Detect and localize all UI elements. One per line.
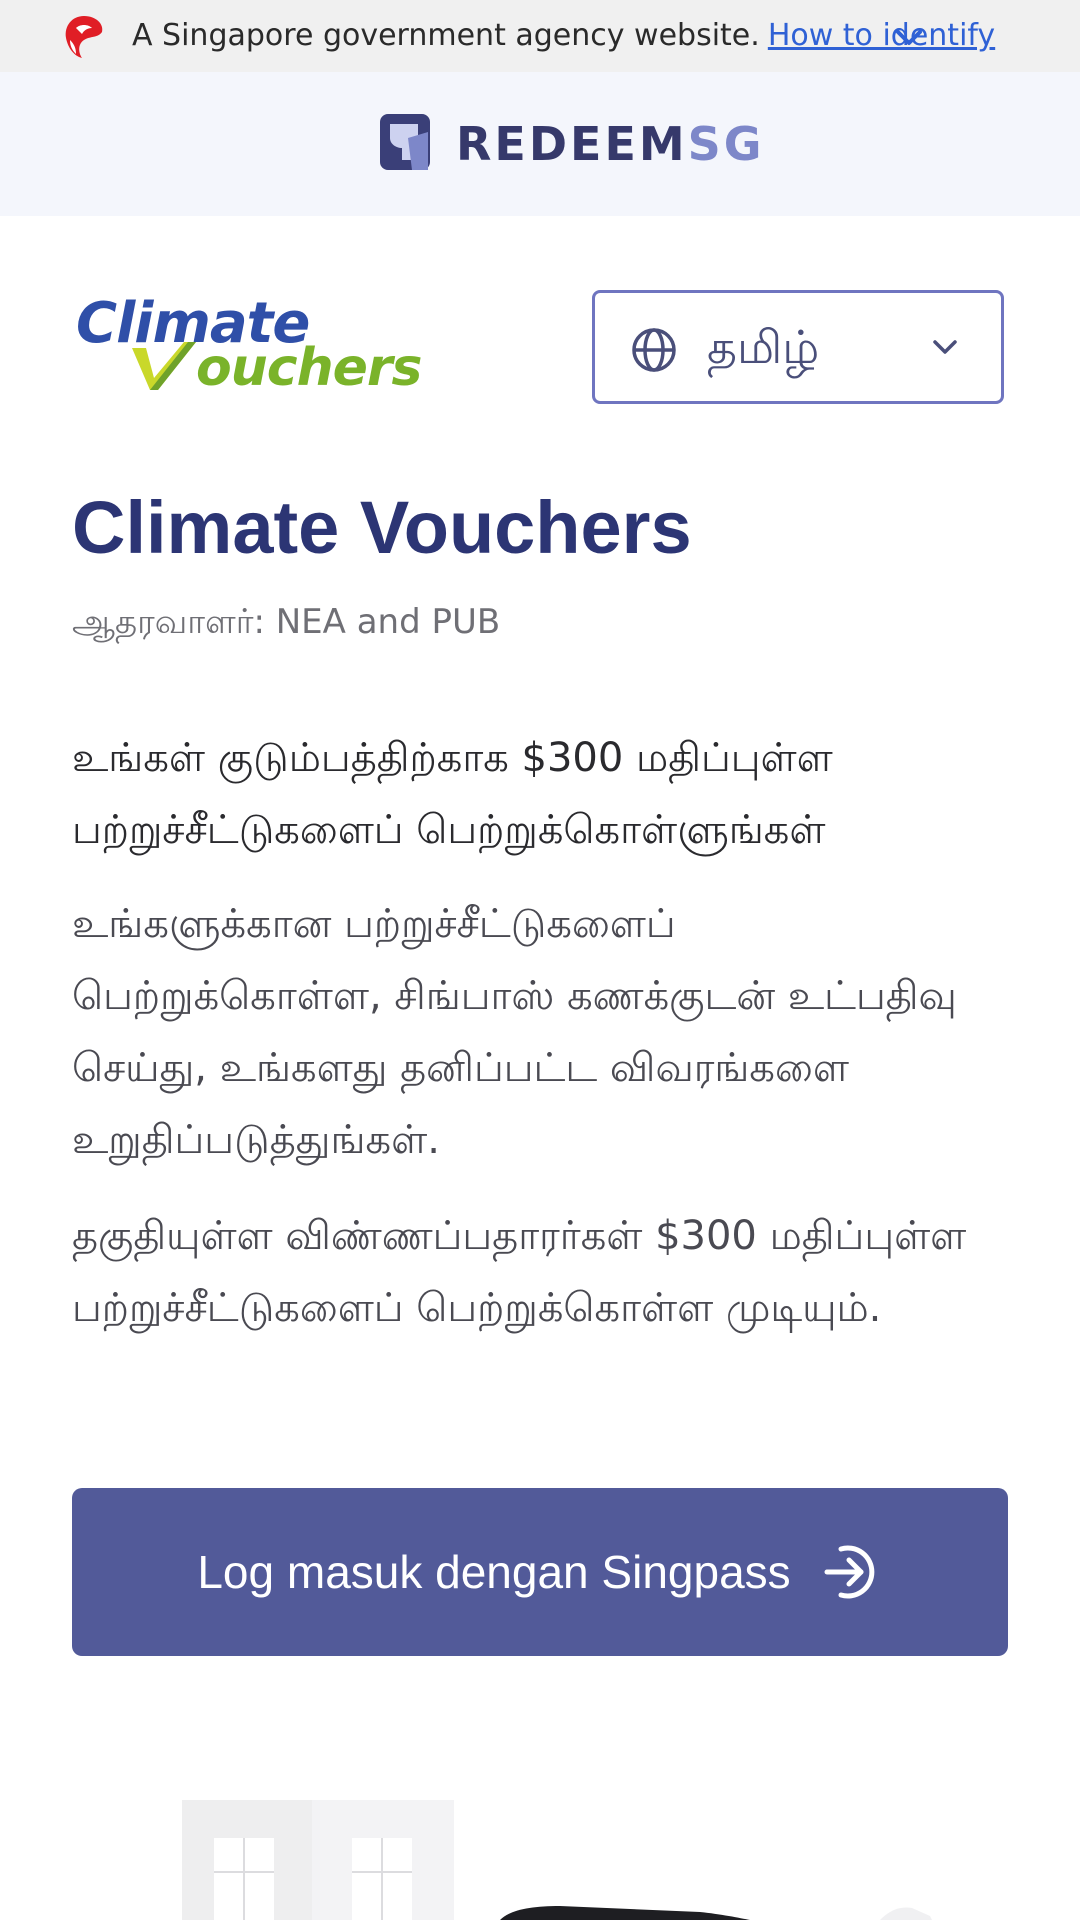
site-header: REDEEMSG	[0, 72, 1080, 216]
eligibility-paragraph: தகுதியுள்ள விண்ணப்பதாரர்கள் $300 மதிப்பு…	[72, 1213, 967, 1331]
merlion-lion-icon	[65, 16, 103, 58]
headline: உங்கள் குடும்பத்திற்காக $300 மதிப்புள்ள …	[72, 735, 833, 853]
login-button-label: Log masuk dengan Singpass	[197, 1546, 791, 1598]
sign-in-arrow-icon	[824, 1545, 875, 1599]
chevron-down-icon	[933, 340, 957, 354]
instructions-paragraph: உங்களுக்கான பற்றுச்சீட்டுகளைப் பெற்றுக்க…	[72, 901, 957, 1163]
logo-vouchers-text: ouchers	[196, 338, 422, 398]
sponsor-text: ஆதரவாளர்: NEA and PUB	[72, 602, 501, 642]
brand-accent: SG	[687, 117, 765, 171]
gov-masthead: A Singapore government agency website. Ho…	[0, 0, 1080, 72]
brand-main: REDEEM	[456, 117, 688, 171]
masthead-notice: A Singapore government agency website.	[132, 18, 760, 53]
chevron-down-icon[interactable]	[894, 28, 924, 48]
redeemsg-wordmark[interactable]: REDEEMSG	[456, 116, 765, 172]
selected-language: தமிழ்	[707, 320, 820, 374]
page-title: Climate Vouchers	[72, 486, 692, 569]
language-select[interactable]: தமிழ்	[592, 290, 1004, 404]
redeemsg-logo-icon[interactable]	[378, 112, 436, 174]
hero-illustration	[182, 1800, 932, 1920]
singpass-login-button[interactable]: Log masuk dengan Singpass	[72, 1488, 1008, 1656]
globe-icon	[632, 328, 676, 372]
masthead-text: A Singapore government agency website. Ho…	[132, 18, 995, 53]
climate-vouchers-logo: Climate ouchers	[76, 294, 456, 404]
how-to-identify-link[interactable]: How to identify	[768, 18, 995, 53]
logo-line-vouchers: ouchers	[134, 338, 422, 398]
